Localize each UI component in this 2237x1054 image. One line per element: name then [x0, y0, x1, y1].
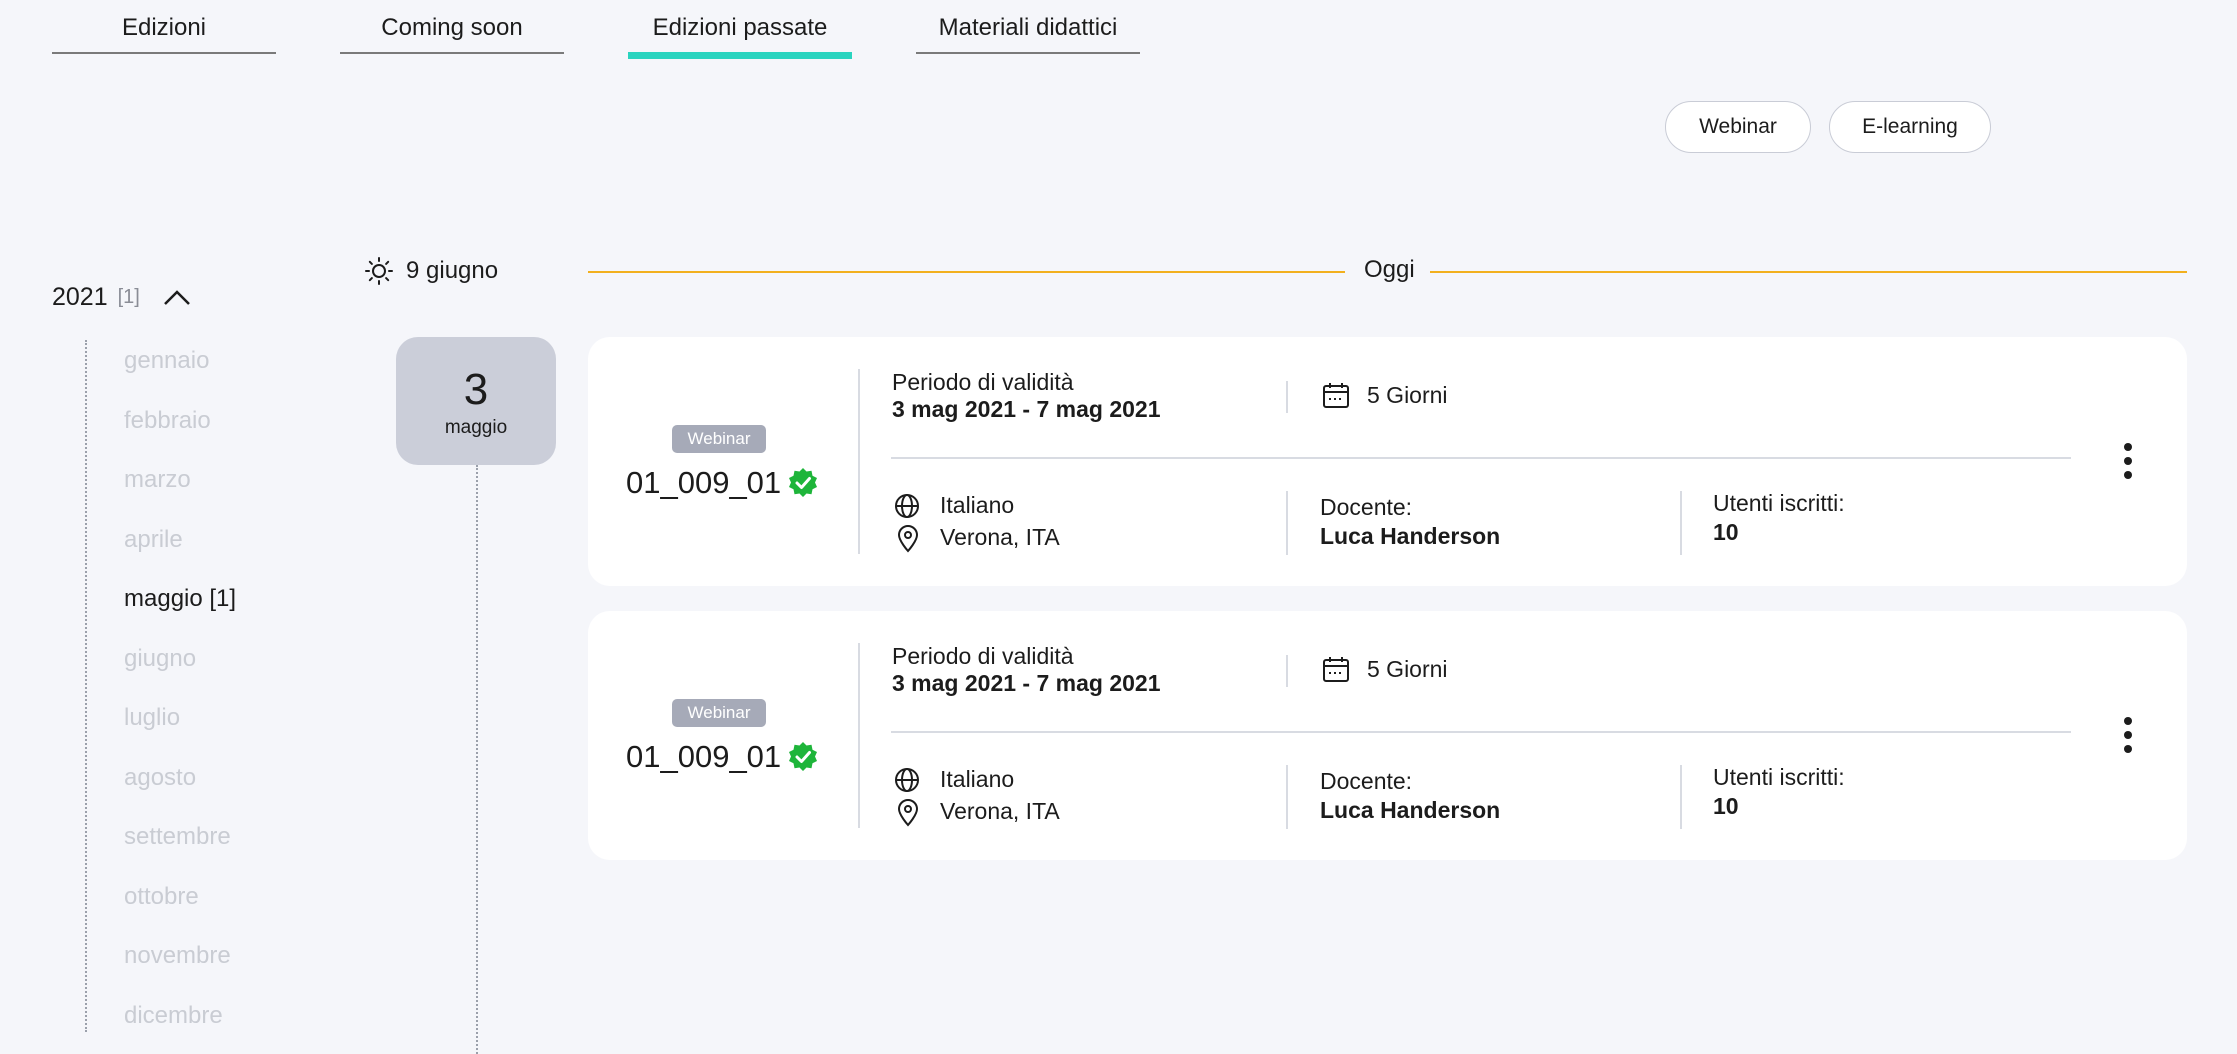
today-line-right [1430, 271, 2187, 273]
type-badge: Webinar [672, 699, 766, 727]
validity-value: 3 mag 2021 - 7 mag 2021 [892, 670, 1161, 696]
divider [1680, 491, 1682, 555]
today-line-left [588, 271, 1345, 273]
year-header: 2021 [1] [52, 282, 192, 312]
location-pin-icon [897, 525, 919, 553]
location-pin-icon [897, 799, 919, 827]
duration-value: 5 Giorni [1367, 656, 1448, 682]
webinar-filter-button[interactable]: Webinar [1665, 101, 1811, 153]
day-timeline [476, 465, 478, 1054]
validity-label: Periodo di validità [892, 643, 1074, 669]
verified-icon [789, 468, 818, 497]
edition-code-text: 01_009_01 [626, 465, 782, 500]
users-value: 10 [1713, 519, 1739, 545]
month-gennaio[interactable]: gennaio [124, 343, 236, 403]
divider [858, 643, 860, 828]
horizontal-divider [891, 457, 2071, 459]
language-value: Italiano [940, 492, 1015, 518]
year-count: [1] [117, 285, 140, 308]
divider [858, 369, 860, 554]
month-luglio[interactable]: luglio [124, 700, 236, 760]
day-badge: 3 maggio [396, 337, 556, 465]
month-agosto[interactable]: agosto [124, 760, 236, 820]
tab-edizioni[interactable]: Edizioni [52, 14, 276, 54]
day-month: maggio [444, 417, 508, 438]
month-aprile[interactable]: aprile [124, 522, 236, 582]
teacher-value: Luca Handerson [1320, 523, 1501, 549]
month-febbraio[interactable]: febbraio [124, 403, 236, 463]
users-label: Utenti iscritti: [1713, 490, 1845, 516]
horizontal-divider [891, 731, 2071, 733]
location-value: Verona, ITA [940, 798, 1060, 824]
month-ottobre[interactable]: ottobre [124, 879, 236, 939]
tab-materiali-didattici[interactable]: Materiali didattici [916, 14, 1140, 54]
month-dicembre[interactable]: dicembre [124, 998, 236, 1054]
tab-coming-soon[interactable]: Coming soon [340, 14, 564, 54]
location-value: Verona, ITA [940, 524, 1060, 550]
teacher-value: Luca Handerson [1320, 797, 1501, 823]
divider [1286, 381, 1288, 413]
edition-card[interactable]: Webinar 01_009_01 Periodo di validità 3 … [588, 337, 2187, 586]
more-options-icon[interactable] [2115, 715, 2141, 755]
divider [1286, 655, 1288, 687]
month-list: gennaio febbraio marzo aprile maggio [1]… [124, 343, 236, 1054]
today-row: 9 giugno [364, 256, 498, 286]
sun-icon [365, 257, 393, 285]
month-giugno[interactable]: giugno [124, 641, 236, 701]
tab-edizioni-passate[interactable]: Edizioni passate [628, 14, 852, 59]
divider [1286, 765, 1288, 829]
globe-icon [895, 494, 919, 518]
teacher-label: Docente: [1320, 768, 1413, 794]
calendar-icon [1323, 383, 1349, 408]
edition-code: 01_009_01 [626, 739, 819, 775]
elearning-filter-button[interactable]: E-learning [1829, 101, 1991, 153]
duration-value: 5 Giorni [1367, 382, 1448, 408]
divider [1286, 491, 1288, 555]
type-badge: Webinar [672, 425, 766, 453]
month-marzo[interactable]: marzo [124, 462, 236, 522]
month-timeline [85, 340, 87, 1032]
month-settembre[interactable]: settembre [124, 819, 236, 879]
day-number: 3 [463, 365, 489, 414]
calendar-icon [1323, 657, 1349, 682]
today-label: Oggi [1364, 256, 1415, 283]
users-value: 10 [1713, 793, 1739, 819]
divider [1680, 765, 1682, 829]
edition-code: 01_009_01 [626, 465, 819, 501]
month-maggio[interactable]: maggio [1] [124, 581, 236, 641]
users-label: Utenti iscritti: [1713, 764, 1845, 790]
validity-label: Periodo di validità [892, 369, 1074, 395]
today-date: 9 giugno [406, 257, 499, 284]
month-novembre[interactable]: novembre [124, 938, 236, 998]
more-options-icon[interactable] [2115, 441, 2141, 481]
edition-code-text: 01_009_01 [626, 739, 782, 774]
globe-icon [895, 768, 919, 792]
language-value: Italiano [940, 766, 1015, 792]
validity-value: 3 mag 2021 - 7 mag 2021 [892, 396, 1161, 422]
year-value: 2021 [52, 282, 108, 311]
chevron-up-icon[interactable] [162, 282, 192, 312]
teacher-label: Docente: [1320, 494, 1413, 520]
verified-icon [789, 742, 818, 771]
edition-card[interactable]: Webinar 01_009_01 Periodo di validità 3 … [588, 611, 2187, 860]
